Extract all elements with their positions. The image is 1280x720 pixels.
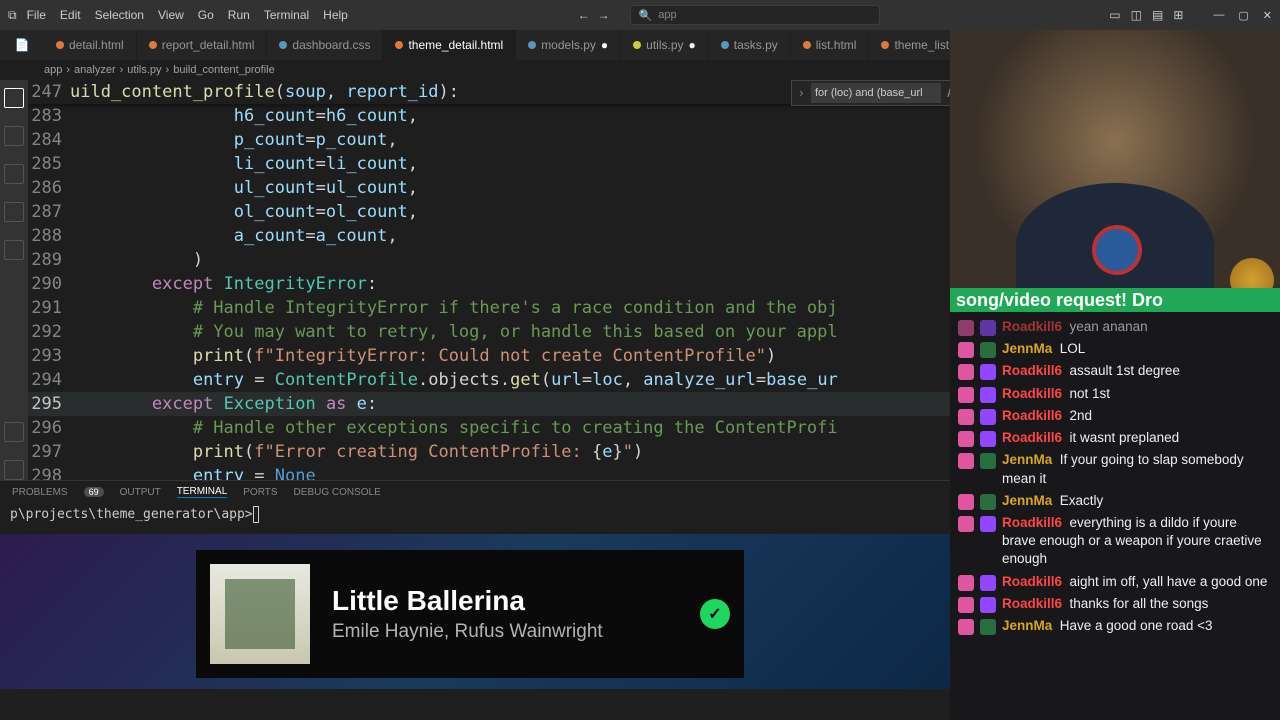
chat-badge-icon xyxy=(958,453,974,469)
check-icon: ✓ xyxy=(700,599,730,629)
chat-badge-icon xyxy=(980,409,996,425)
chat-message: Roadkill6 it wasnt preplaned xyxy=(958,429,1272,447)
chat-username[interactable]: Roadkill6 xyxy=(1002,386,1062,401)
chat-badge-icon xyxy=(958,431,974,447)
chat-badge-icon xyxy=(958,409,974,425)
menu-file[interactable]: File xyxy=(27,8,46,22)
minimize-icon[interactable]: — xyxy=(1213,9,1224,22)
extensions-icon[interactable] xyxy=(4,240,24,260)
account-icon[interactable] xyxy=(4,422,24,442)
search-text: app xyxy=(658,9,676,21)
chat-badge-icon xyxy=(958,575,974,591)
activity-bar[interactable] xyxy=(0,80,28,480)
chat-username[interactable]: Roadkill6 xyxy=(1002,596,1062,611)
settings-icon[interactable] xyxy=(4,460,24,480)
chat-username[interactable]: JennMa xyxy=(1002,452,1052,467)
spotify-artist: Emile Haynie, Rufus Wainwright xyxy=(332,621,678,643)
panel-tab-output[interactable]: OUTPUT xyxy=(120,487,161,498)
chat-badge-icon xyxy=(980,364,996,380)
chat-username[interactable]: JennMa xyxy=(1002,341,1052,356)
chat-message: Roadkill6 not 1st xyxy=(958,385,1272,403)
panel-tab-ports[interactable]: PORTS xyxy=(243,487,277,498)
menu-go[interactable]: Go xyxy=(198,8,214,22)
chat-badge-icon xyxy=(958,387,974,403)
chat-badge-icon xyxy=(958,597,974,613)
chat-username[interactable]: JennMa xyxy=(1002,618,1052,633)
chat-message: Roadkill6 assault 1st degree xyxy=(958,362,1272,380)
menu-help[interactable]: Help xyxy=(323,8,348,22)
chat-badge-icon xyxy=(980,320,996,336)
chat-badge-icon xyxy=(980,619,996,635)
tab-models-py[interactable]: models.py● xyxy=(516,30,621,60)
chat-username[interactable]: Roadkill6 xyxy=(1002,363,1062,378)
maximize-icon[interactable]: ▢ xyxy=(1238,9,1248,22)
chat-username[interactable]: Roadkill6 xyxy=(1002,430,1062,445)
chat-message: Roadkill6 aight im off, yall have a good… xyxy=(958,573,1272,591)
chat-badge-icon xyxy=(980,494,996,510)
search-icon[interactable] xyxy=(4,126,24,146)
album-art xyxy=(210,564,310,664)
tab-dashboard-css[interactable]: dashboard.css xyxy=(267,30,383,60)
chat-badge-icon xyxy=(980,342,996,358)
panel-tab-terminal[interactable]: TERMINAL xyxy=(177,486,228,498)
panel-tab-problems[interactable]: PROBLEMS xyxy=(12,487,68,498)
find-input[interactable] xyxy=(811,83,941,103)
chat-message: JennMa LOL xyxy=(958,340,1272,358)
terminal-prompt[interactable]: p\projects\theme_generator\app> xyxy=(0,503,1040,535)
explorer-icon[interactable] xyxy=(4,88,24,108)
menu-edit[interactable]: Edit xyxy=(60,8,81,22)
chat-badge-icon xyxy=(980,453,996,469)
titlebar: ⧉ FileEditSelectionViewGoRunTerminalHelp… xyxy=(0,0,1280,30)
chat-badge-icon xyxy=(980,516,996,532)
activity-files-icon[interactable]: 📄 xyxy=(0,38,44,52)
close-icon[interactable]: ✕ xyxy=(1263,9,1272,22)
chat-badge-icon xyxy=(958,320,974,336)
chat-badge-icon xyxy=(958,364,974,380)
scm-icon[interactable] xyxy=(4,164,24,184)
chat-badge-icon xyxy=(958,516,974,532)
spotify-title: Little Ballerina xyxy=(332,585,678,617)
chat-message: JennMa Have a good one road <3 xyxy=(958,617,1272,635)
chat-message: Roadkill6 everything is a dildo if youre… xyxy=(958,514,1272,569)
chat-username[interactable]: Roadkill6 xyxy=(1002,515,1062,530)
panel-tab-debug console[interactable]: DEBUG CONSOLE xyxy=(294,487,381,498)
chat-badge-icon xyxy=(958,342,974,358)
chat-badge-icon xyxy=(980,575,996,591)
menu-selection[interactable]: Selection xyxy=(95,8,144,22)
webcam-overlay xyxy=(950,30,1280,308)
tab-detail-html[interactable]: detail.html xyxy=(44,30,137,60)
menu-terminal[interactable]: Terminal xyxy=(264,8,309,22)
chat-badge-icon xyxy=(980,431,996,447)
tab-report_detail-html[interactable]: report_detail.html xyxy=(137,30,268,60)
tab-tasks-py[interactable]: tasks.py xyxy=(709,30,791,60)
chat-username[interactable]: Roadkill6 xyxy=(1002,574,1062,589)
debug-icon[interactable] xyxy=(4,202,24,222)
stream-chat[interactable]: Roadkill6 yean ananan JennMa LOL Roadkill6… xyxy=(950,312,1280,720)
menu-view[interactable]: View xyxy=(158,8,184,22)
chat-message: Roadkill6 yean ananan xyxy=(958,318,1272,336)
chat-username[interactable]: Roadkill6 xyxy=(1002,319,1062,334)
chat-badge-icon xyxy=(958,494,974,510)
stream-banner: song/video request! Dro xyxy=(950,288,1280,312)
menu-run[interactable]: Run xyxy=(228,8,250,22)
command-center[interactable]: 🔍 app xyxy=(630,5,880,25)
tab-list-html[interactable]: list.html xyxy=(791,30,870,60)
tab-utils-py[interactable]: utils.py● xyxy=(621,30,709,60)
chat-badge-icon xyxy=(980,597,996,613)
tab-theme_detail-html[interactable]: theme_detail.html xyxy=(383,30,516,60)
spotify-notification: Little Ballerina Emile Haynie, Rufus Wai… xyxy=(196,550,744,678)
chat-message: JennMa Exactly xyxy=(958,492,1272,510)
chat-message: Roadkill6 thanks for all the songs xyxy=(958,595,1272,613)
chat-badge-icon xyxy=(958,619,974,635)
chat-message: JennMa If your going to slap somebody me… xyxy=(958,451,1272,487)
chat-badge-icon xyxy=(980,387,996,403)
prompt-text: p\projects\theme_generator\app> xyxy=(10,507,253,522)
layout-icons[interactable]: ▭◫▤⊞ xyxy=(1109,8,1183,22)
menu-bar: File Edit Selection View Go Run Terminal Help xyxy=(27,8,348,22)
chat-message: Roadkill6 2nd xyxy=(958,407,1272,425)
chat-username[interactable]: JennMa xyxy=(1002,493,1052,508)
chat-username[interactable]: Roadkill6 xyxy=(1002,408,1062,423)
